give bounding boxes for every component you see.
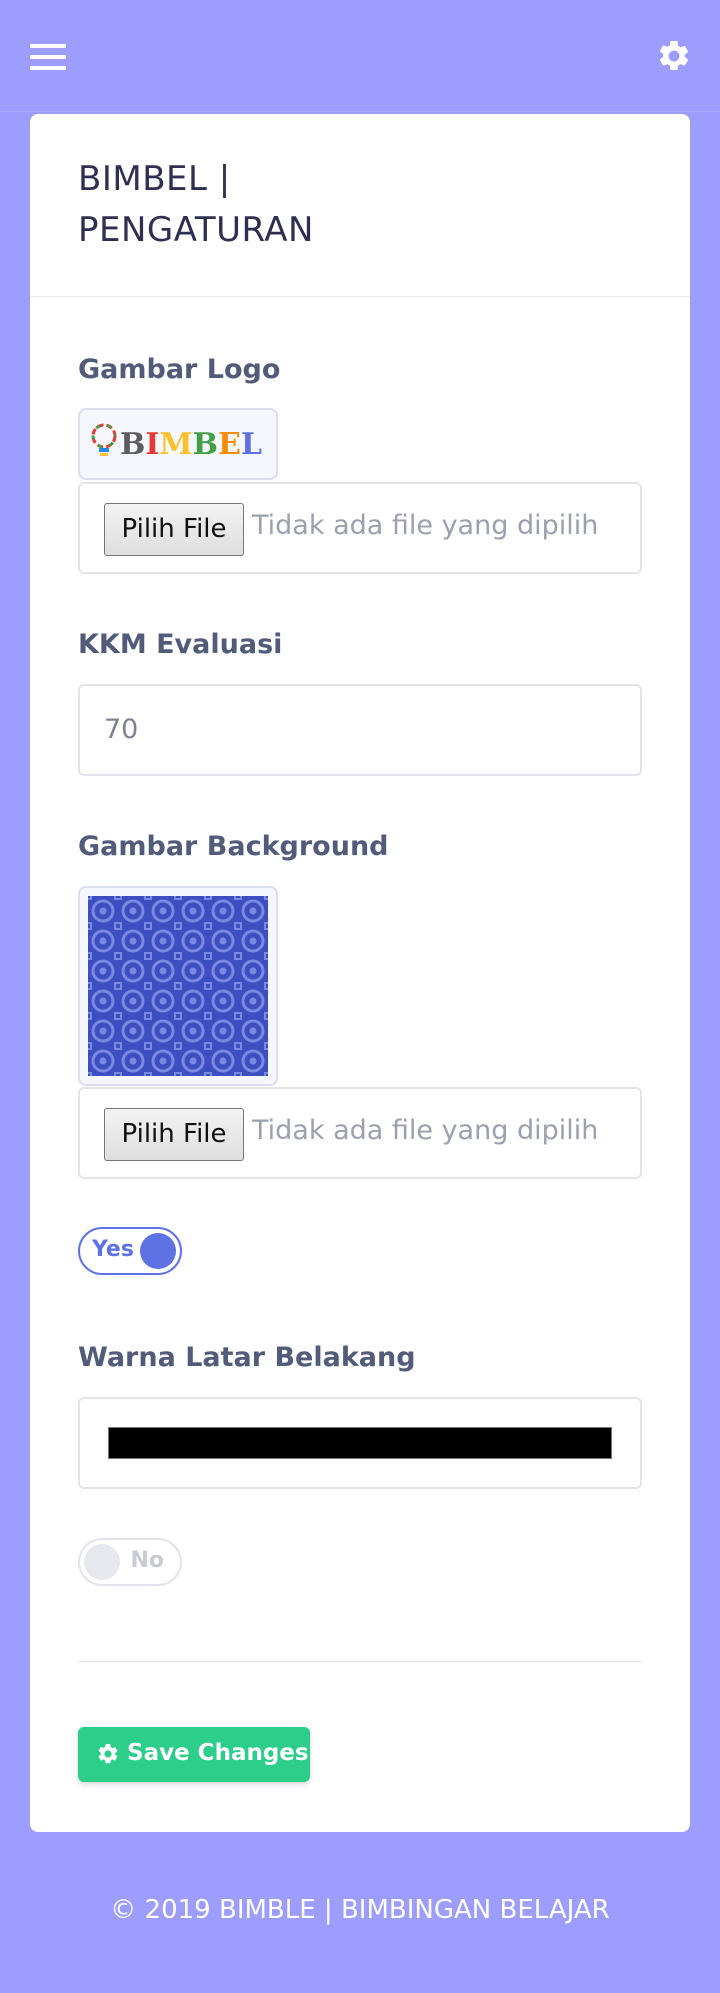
bg-color-label: Warna Latar Belakang — [78, 1342, 416, 1373]
kkm-label: KKM Evaluasi — [78, 629, 283, 660]
logo-file-status: Tidak ada file yang dipilih — [252, 510, 599, 541]
toggle-no-label: No — [130, 1548, 164, 1573]
page-title: BIMBEL | PENGATURAN — [78, 159, 314, 250]
bg-color-picker[interactable] — [78, 1397, 642, 1489]
background-file-input[interactable]: Pilih File Tidak ada file yang dipilih — [78, 1087, 642, 1179]
color-swatch[interactable] — [108, 1427, 612, 1459]
save-changes-button[interactable]: Save Changes — [78, 1727, 310, 1782]
background-image-toggle[interactable]: Yes — [78, 1227, 182, 1275]
hamburger-icon[interactable] — [30, 44, 66, 70]
background-preview — [78, 886, 278, 1086]
background-pattern-image — [88, 896, 268, 1076]
settings-card: BIMBEL | PENGATURAN Gambar Logo BIMBEL P… — [30, 114, 690, 1832]
toggle-yes-label: Yes — [92, 1237, 134, 1262]
logo-image: BIMBEL — [91, 423, 262, 462]
top-navbar — [0, 0, 720, 112]
gear-icon — [98, 1743, 118, 1764]
kkm-input[interactable]: 70 — [78, 684, 642, 776]
logo-file-input[interactable]: Pilih File Tidak ada file yang dipilih — [78, 482, 642, 574]
background-label: Gambar Background — [78, 831, 389, 862]
card-header: BIMBEL | PENGATURAN — [30, 114, 690, 297]
gear-icon[interactable] — [656, 38, 692, 74]
save-button-label: Save Changes — [127, 1740, 309, 1766]
divider — [78, 1661, 642, 1662]
toggle-knob — [140, 1233, 176, 1269]
logo-preview: BIMBEL — [78, 408, 278, 480]
logo-text: BIMBEL — [120, 427, 262, 462]
background-choose-file-button[interactable]: Pilih File — [104, 1108, 244, 1161]
bg-color-toggle[interactable]: No — [78, 1538, 182, 1586]
logo-label: Gambar Logo — [78, 354, 281, 385]
toggle-knob — [84, 1544, 120, 1580]
background-file-status: Tidak ada file yang dipilih — [252, 1115, 599, 1146]
logo-choose-file-button[interactable]: Pilih File — [104, 503, 244, 556]
footer-copyright: © 2019 BIMBLE | BIMBINGAN BELAJAR — [110, 1895, 610, 1925]
